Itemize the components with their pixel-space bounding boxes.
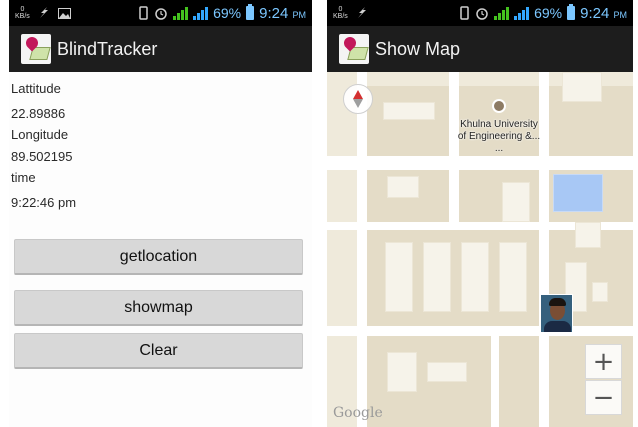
map-view[interactable]: Khulna University of Engineering &... ..… bbox=[327, 72, 633, 427]
map-pond bbox=[553, 174, 603, 212]
map-road bbox=[327, 326, 633, 336]
action-bar: BlindTracker bbox=[9, 26, 312, 72]
status-left-icons: 0 KB/s bbox=[15, 4, 71, 22]
app-title: BlindTracker bbox=[57, 38, 158, 59]
google-attribution: Google bbox=[333, 405, 383, 421]
net-speed: 0 KB/s bbox=[15, 6, 30, 20]
map-block bbox=[499, 336, 539, 427]
battery-icon bbox=[246, 4, 255, 20]
battery-percent: 69% bbox=[213, 5, 242, 21]
map-building bbox=[423, 242, 451, 312]
user-avatar-marker[interactable] bbox=[540, 294, 573, 333]
clear-button[interactable]: Clear bbox=[14, 333, 303, 369]
map-road bbox=[357, 72, 367, 427]
image-notification-icon bbox=[57, 7, 71, 19]
latitude-value: 22.89886 bbox=[11, 106, 66, 121]
longitude-label: Longitude bbox=[11, 127, 69, 142]
map-pin-app-icon bbox=[339, 34, 369, 64]
lightning-notification-icon bbox=[39, 7, 48, 18]
alarm-icon bbox=[155, 8, 167, 20]
longitude-value: 89.502195 bbox=[11, 149, 73, 164]
signal-sim1-icon bbox=[494, 6, 510, 20]
map-building bbox=[562, 72, 602, 102]
signal-sim2-icon bbox=[193, 6, 209, 20]
battery-icon bbox=[567, 4, 576, 20]
map-road bbox=[327, 156, 633, 170]
map-building bbox=[385, 242, 413, 312]
clock: 9:24 PM bbox=[259, 4, 306, 22]
signal-sim2-icon bbox=[514, 6, 530, 20]
map-block bbox=[367, 86, 449, 156]
phone-screen-show-map: 0 KB/s 69% 9:24 PM Show Map Khulna Unive… bbox=[327, 0, 633, 427]
map-building bbox=[387, 352, 417, 392]
map-building bbox=[592, 282, 608, 302]
status-bar: 0 KB/s 69% 9:24 PM bbox=[9, 0, 312, 26]
latitude-label: Lattitude bbox=[11, 81, 61, 96]
map-building bbox=[461, 242, 489, 312]
zoom-out-button[interactable]: − bbox=[585, 380, 622, 415]
status-bar: 0 KB/s 69% 9:24 PM bbox=[327, 0, 633, 26]
map-building bbox=[383, 102, 435, 120]
time-label: time bbox=[11, 170, 36, 185]
poi-label[interactable]: Khulna University of Engineering &... ..… bbox=[447, 119, 551, 155]
net-speed: 0 KB/s bbox=[333, 6, 348, 20]
signal-sim1-icon bbox=[173, 6, 189, 20]
map-road bbox=[491, 332, 499, 427]
status-left-icons: 0 KB/s bbox=[333, 4, 368, 22]
map-building bbox=[499, 242, 527, 312]
compass-icon[interactable] bbox=[343, 84, 373, 114]
map-building bbox=[575, 222, 601, 248]
university-icon bbox=[492, 99, 506, 113]
battery-percent: 69% bbox=[534, 5, 563, 21]
time-value: 9:22:46 pm bbox=[11, 195, 77, 210]
getlocation-button[interactable]: getlocation bbox=[14, 239, 303, 275]
clock: 9:24 PM bbox=[580, 4, 627, 22]
map-building bbox=[427, 362, 467, 382]
lightning-notification-icon bbox=[357, 7, 366, 18]
vibrate-icon bbox=[460, 6, 469, 20]
zoom-in-button[interactable]: + bbox=[585, 344, 622, 379]
map-building bbox=[387, 176, 419, 198]
action-bar: Show Map bbox=[327, 26, 633, 72]
alarm-icon bbox=[476, 8, 488, 20]
showmap-button[interactable]: showmap bbox=[14, 290, 303, 326]
screen-title: Show Map bbox=[375, 38, 461, 59]
map-pin-app-icon bbox=[21, 34, 51, 64]
map-building bbox=[502, 182, 530, 222]
status-right-icons: 69% 9:24 PM bbox=[459, 0, 627, 26]
vibrate-icon bbox=[139, 6, 148, 20]
phone-screen-blindtracker: 0 KB/s 69% 9:24 PM BlindTracker Lattitud… bbox=[9, 0, 312, 427]
status-right-icons: 69% 9:24 PM bbox=[138, 0, 306, 26]
